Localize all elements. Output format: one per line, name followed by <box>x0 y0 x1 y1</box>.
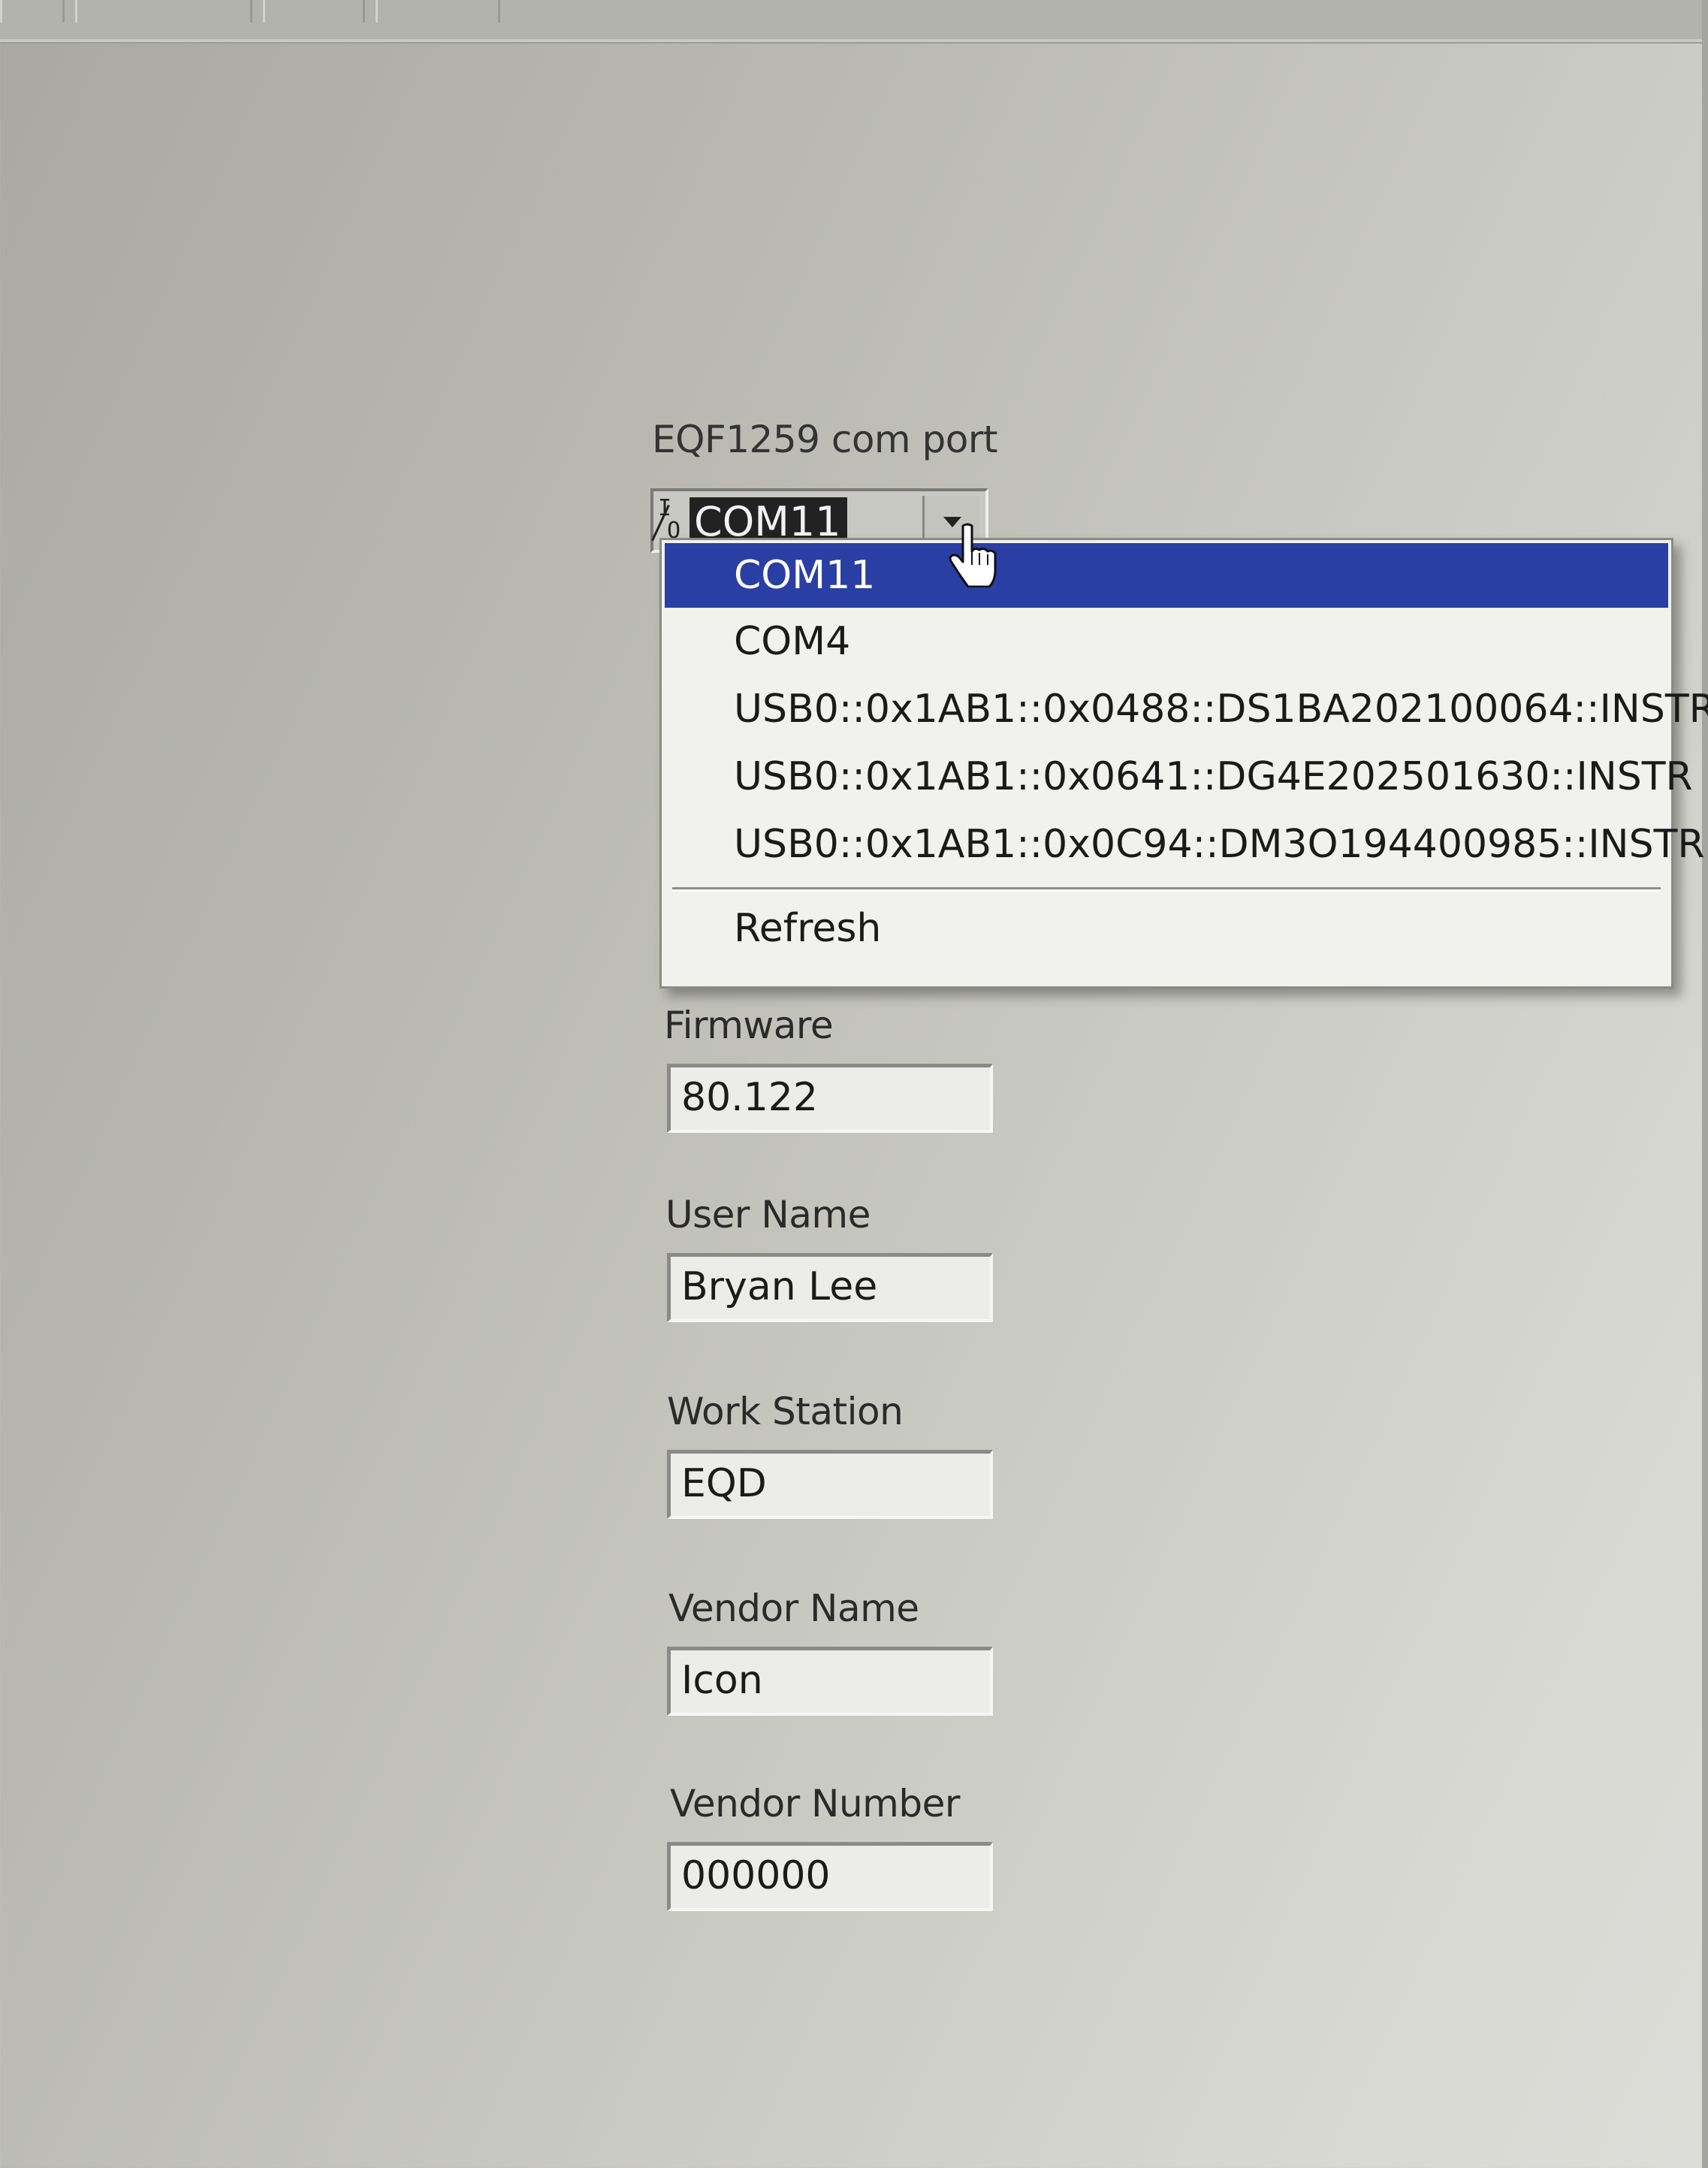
menu-item-usb-dg4e[interactable]: USB0::0x1AB1::0x0641::DG4E202501630::INS… <box>665 744 1693 809</box>
firmware-label: Firmware <box>664 1004 834 1047</box>
vendor-number-label: Vendor Number <box>670 1782 960 1825</box>
vendor-number-field[interactable]: 000000 <box>667 1842 993 1911</box>
menu-item-com11[interactable]: COM11 <box>665 543 1668 608</box>
com-port-dropdown-menu: COM11 COM4 USB0::0x1AB1::0x0488::DS1BA20… <box>659 538 1708 989</box>
menu-separator <box>672 887 1661 892</box>
com-port-label: EQF1259 com port <box>652 418 998 461</box>
menu-item-usb-dm3o[interactable]: USB0::0x1AB1::0x0C94::DM3O194400985::INS… <box>665 812 1704 877</box>
vendor-name-label: Vendor Name <box>668 1587 919 1630</box>
toolbar-segment <box>75 0 252 23</box>
menu-item-usb-ds1ba[interactable]: USB0::0x1AB1::0x0488::DS1BA202100064::IN… <box>665 677 1708 741</box>
work-station-label: Work Station <box>667 1390 904 1433</box>
hand-pointer-icon <box>949 523 997 587</box>
user-name-label: User Name <box>665 1193 871 1236</box>
firmware-field[interactable]: 80.122 <box>667 1064 993 1133</box>
work-station-field[interactable]: EQD <box>667 1450 993 1519</box>
toolbar-segment <box>376 0 500 23</box>
toolbar-segment <box>0 0 65 23</box>
menu-item-refresh[interactable]: Refresh <box>665 896 1668 961</box>
user-name-field[interactable]: Bryan Lee <box>667 1253 993 1322</box>
window-top-strip <box>0 0 1708 42</box>
toolbar-segment <box>263 0 365 23</box>
vendor-name-field[interactable]: Icon <box>667 1647 993 1716</box>
menu-item-com4[interactable]: COM4 <box>665 609 1668 674</box>
window-edge <box>1702 0 1708 2168</box>
